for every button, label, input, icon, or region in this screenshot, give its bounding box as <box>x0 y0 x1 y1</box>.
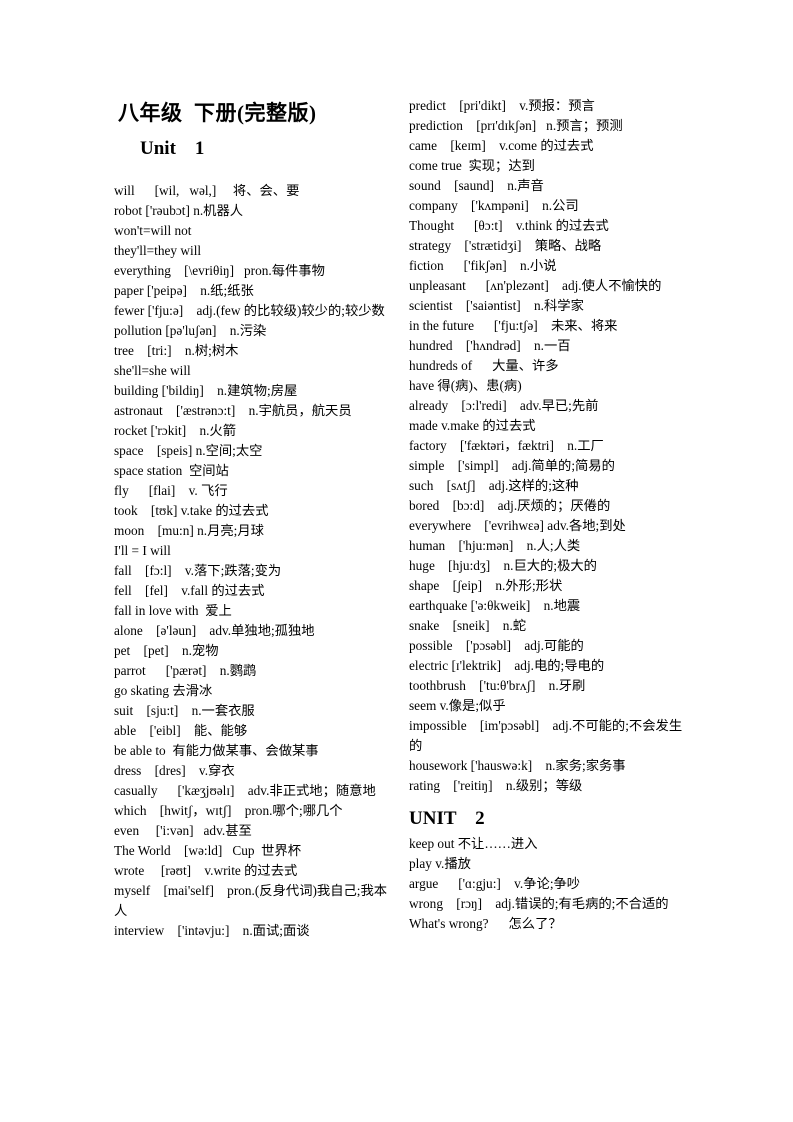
vocabulary-entry: company ['kʌmpəni] n.公司 <box>409 198 579 213</box>
vocabulary-entry: seem v.像是;似乎 <box>409 698 506 713</box>
vocabulary-entry: casually ['kæʒjʊəlɪ] adv.非正式地；随意地 <box>114 783 376 798</box>
vocabulary-entry: factory ['fæktəri，fæktri] n.工厂 <box>409 438 604 453</box>
vocabulary-entry: have 得(病)、患(病) <box>409 378 522 393</box>
vocabulary-entry: which [hwitʃ，wɪtʃ] pron.哪个;哪几个 <box>114 803 343 818</box>
page-title: 八年级 下册(完整版) <box>118 101 317 125</box>
vocabulary-entry: What's wrong? 怎么了？ <box>409 916 562 931</box>
vocabulary-entry: in the future ['fju:tʃə] 未来、将来 <box>409 318 618 333</box>
vocabulary-entry: scientist ['saiəntist] n.科学家 <box>409 298 584 313</box>
vocabulary-entry: I'll = I will <box>114 543 171 558</box>
vocabulary-entry: strategy ['strætidʒi] 策略、战略 <box>409 238 602 253</box>
vocabulary-entry: won't=will not <box>114 223 192 238</box>
vocabulary-entry: interview ['intəvju:] n.面试;面谈 <box>114 923 310 938</box>
vocabulary-entry: The World [wə:ld] Cup 世界杯 <box>114 843 302 858</box>
vocabulary-entry: toothbrush ['tu:θ'brʌʃ] n.牙刷 <box>409 678 586 693</box>
vocabulary-entry: able ['eibl] 能、能够 <box>114 723 248 738</box>
vocabulary-entry: space [speis] n.空间;太空 <box>114 443 263 458</box>
vocabulary-entry: fiction ['fikʃən] n.小说 <box>409 258 557 273</box>
vocabulary-entry: simple ['simpl] adj.简单的;简易的 <box>409 458 615 473</box>
vocabulary-entry: everything [\evriθiŋ] pron.每件事物 <box>114 263 325 278</box>
vocabulary-entry: hundred ['hʌndrəd] n.一百 <box>409 338 571 353</box>
vocabulary-entry: already [ɔ:l'redi] adv.早已;先前 <box>409 398 599 413</box>
vocabulary-entry: electric [ɪ'lektrik] adj.电的;导电的 <box>409 658 605 673</box>
unit-2-heading: UNIT 2 <box>409 808 485 829</box>
vocabulary-entry: earthquake ['ə:θkweik] n.地震 <box>409 598 581 613</box>
vocabulary-entry: sound [saund] n.声音 <box>409 178 544 193</box>
vocabulary-entry: argue ['ɑ:gju:] v.争论;争吵 <box>409 876 581 891</box>
vocabulary-entry: rocket ['rɔkit] n.火箭 <box>114 423 237 438</box>
vocabulary-entry: fly [flai] v. 飞行 <box>114 483 228 498</box>
vocabulary-entry: come true 实现；达到 <box>409 158 535 173</box>
vocabulary-entry: parrot ['pærət] n.鹦鹉 <box>114 663 257 678</box>
vocabulary-entry: dress [dres] v.穿衣 <box>114 763 235 778</box>
document-page: 八年级 下册(完整版) Unit 1 will [wil, wəl,] 将、会、… <box>0 0 793 1122</box>
vocabulary-entry: prediction [prɪ'dɪkʃən] n.预言；预测 <box>409 118 623 133</box>
vocabulary-entry: fell [fel] v.fall 的过去式 <box>114 583 265 598</box>
vocabulary-entry: go skating 去滑冰 <box>114 683 213 698</box>
vocabulary-entry: such [sʌtʃ] adj.这样的;这种 <box>409 478 579 493</box>
vocabulary-entry: took [tʊk] v.take 的过去式 <box>114 503 269 518</box>
vocabulary-entry: suit [sju:t] n.一套衣服 <box>114 703 255 718</box>
vocabulary-entry: made v.make 的过去式 <box>409 418 536 433</box>
vocabulary-entry: Thought [θɔ:t] v.think 的过去式 <box>409 218 609 233</box>
vocabulary-entry: paper ['peipə] n.纸;纸张 <box>114 283 254 298</box>
vocabulary-entry: impossible [im'pɔsəbl] adj.不可能的;不会发生的 <box>409 718 683 753</box>
vocabulary-entry: everywhere ['evrihwɛə] adv.各地;到处 <box>409 518 626 533</box>
vocabulary-entry: tree [tri:] n.树;树木 <box>114 343 239 358</box>
vocabulary-entry: possible ['pɔsəbl] adj.可能的 <box>409 638 584 653</box>
vocabulary-entry: will [wil, wəl,] 将、会、要 <box>114 183 300 198</box>
vocabulary-entry: housework ['hauswə:k] n.家务;家务事 <box>409 758 626 773</box>
vocabulary-entry: building ['bildiŋ] n.建筑物;房屋 <box>114 383 298 398</box>
vocabulary-entry: be able to 有能力做某事、会做某事 <box>114 743 319 758</box>
vocabulary-entry: wrong [rɔŋ] adj.错误的;有毛病的;不合适的 <box>409 896 669 911</box>
vocabulary-entry: came [keɪm] v.come 的过去式 <box>409 138 594 153</box>
vocabulary-entry: even ['i:vən] adv.甚至 <box>114 823 252 838</box>
vocabulary-entry: unpleasant [ʌn'plezənt] adj.使人不愉快的 <box>409 278 662 293</box>
vocabulary-entry: alone [ə'ləun] adv.单独地;孤独地 <box>114 623 315 638</box>
left-column-entries: will [wil, wəl,] 将、会、要 robot ['rəubɔt] n.… <box>114 181 400 941</box>
vocabulary-entry: myself [mai'self] pron.(反身代词)我自己;我本人 <box>114 883 388 918</box>
vocabulary-entry: she'll=she will <box>114 363 191 378</box>
vocabulary-entry: shape [ʃeip] n.外形;形状 <box>409 578 563 593</box>
vocabulary-entry: rating ['reitiŋ] n.级别；等级 <box>409 778 583 793</box>
vocabulary-entry: robot ['rəubɔt] n.机器人 <box>114 203 244 218</box>
vocabulary-entry: bored [bɔ:d] adj.厌烦的；厌倦的 <box>409 498 611 513</box>
right-column-entries: predict [pri'dikt] v.预报：预言 prediction [pr… <box>409 96 691 934</box>
vocabulary-entry: moon [mu:n] n.月亮;月球 <box>114 523 264 538</box>
vocabulary-entry: space station 空间站 <box>114 463 229 478</box>
vocabulary-entry: hundreds of 大量、许多 <box>409 358 559 373</box>
vocabulary-entry: fall in love with 爱上 <box>114 603 232 618</box>
vocabulary-entry: astronaut ['æstrənɔ:t] n.宇航员，航天员 <box>114 403 352 418</box>
vocabulary-entry: pet [pet] n.宠物 <box>114 643 219 658</box>
unit-1-heading: Unit 1 <box>140 138 205 159</box>
vocabulary-entry: fall [fɔ:l] v.落下;跌落;变为 <box>114 563 282 578</box>
vocabulary-entry: huge [hju:dʒ] n.巨大的;极大的 <box>409 558 597 573</box>
vocabulary-entry: wrote [rəʊt] v.write 的过去式 <box>114 863 298 878</box>
vocabulary-entry: snake [sneik] n.蛇 <box>409 618 527 633</box>
vocabulary-entry: human ['hju:mən] n.人;人类 <box>409 538 581 553</box>
vocabulary-entry: pollution [pə'luʃən] n.污染 <box>114 323 267 338</box>
vocabulary-entry: keep out 不让……进入 <box>409 836 538 851</box>
vocabulary-entry: fewer ['fju:ə] adj.(few 的比较级)较少的;较少数 <box>114 303 385 318</box>
vocabulary-entry: they'll=they will <box>114 243 202 258</box>
vocabulary-entry: predict [pri'dikt] v.预报：预言 <box>409 98 595 113</box>
vocabulary-entry: play v.播放 <box>409 856 471 871</box>
